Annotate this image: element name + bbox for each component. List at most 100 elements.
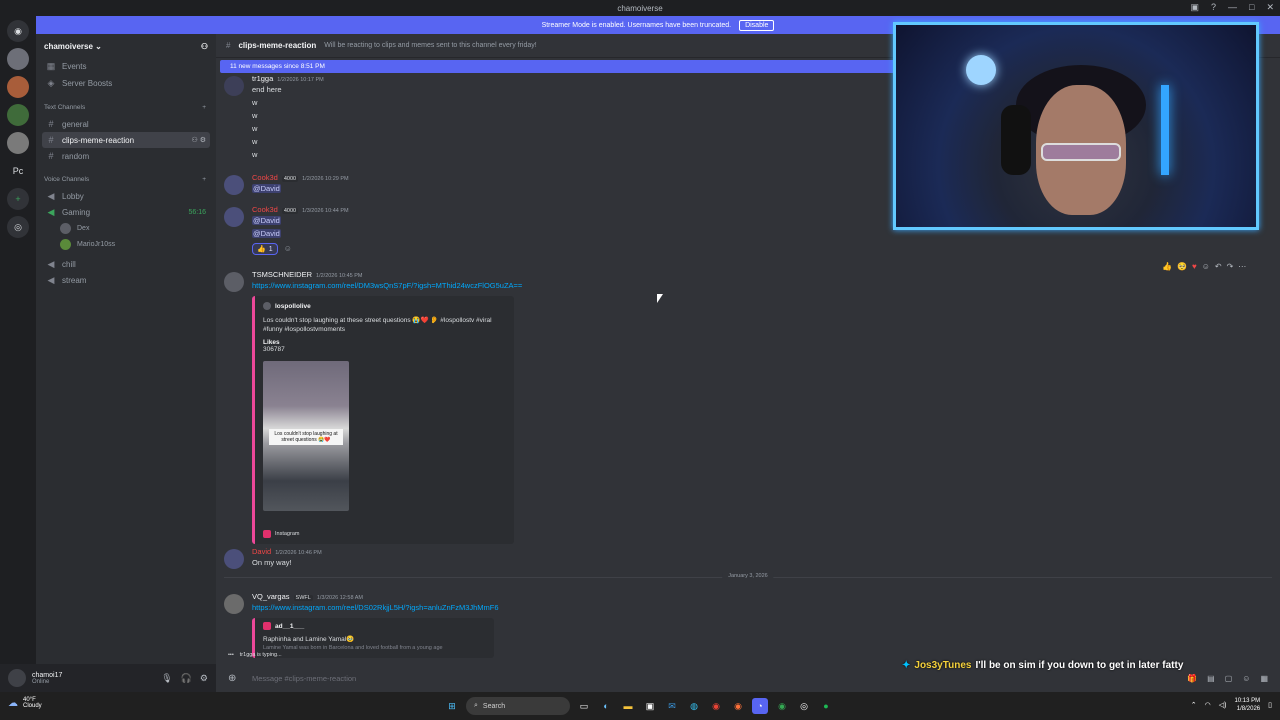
emoji-icon[interactable]: ☺ [1242, 674, 1250, 683]
voice-user-mariojr[interactable]: MarioJr10ss [36, 236, 216, 252]
store-icon[interactable]: ▣ [642, 698, 658, 714]
sidebar-item-server-boosts[interactable]: ◈ Server Boosts [36, 75, 216, 92]
server-icon-3[interactable] [7, 104, 29, 126]
server-list: ◉ Pc + ◎ [0, 16, 36, 664]
add-reaction-icon[interactable]: ☺ [284, 244, 292, 253]
discover-icon[interactable]: ◎ [7, 216, 29, 238]
embed-thumbnail[interactable]: Los couldn't stop laughing at street que… [263, 361, 349, 511]
headphones-icon[interactable]: 🎧 [181, 673, 192, 684]
embed-author[interactable]: lospollolive [275, 303, 311, 310]
avatar[interactable] [224, 175, 244, 195]
message-link[interactable]: https://www.instagram.com/reel/DS02RkjjL… [252, 601, 1124, 614]
category-voice-channels[interactable]: Voice Channels + [36, 170, 216, 188]
heart-icon[interactable]: ♥ [1192, 262, 1197, 271]
voice-channel-lobby[interactable]: ◀ Lobby [42, 188, 210, 204]
discord-home-icon[interactable]: ◉ [7, 20, 29, 42]
avatar[interactable] [224, 207, 244, 227]
copilot-icon[interactable]: ◐ [598, 698, 614, 714]
inbox-icon[interactable]: ▣ [1190, 2, 1199, 13]
message-input[interactable] [252, 673, 852, 683]
username[interactable]: VQ_vargas [252, 592, 290, 601]
maximize-button[interactable]: □ [1249, 2, 1254, 13]
file-explorer-icon[interactable]: ▬ [620, 698, 636, 714]
voice-channel-chill[interactable]: ◀ chill [42, 256, 210, 272]
notification-icon[interactable]: ▯ [1268, 701, 1272, 709]
add-channel-icon[interactable]: + [202, 104, 206, 111]
voice-channel-stream[interactable]: ◀ stream [42, 272, 210, 288]
add-channel-icon[interactable]: + [202, 176, 206, 183]
discord-taskbar-icon[interactable]: ◔ [752, 698, 768, 714]
username[interactable]: Cook3d [252, 173, 278, 182]
edge-icon[interactable]: ◍ [686, 698, 702, 714]
volume-icon[interactable]: ◁) [1219, 701, 1227, 709]
add-reaction-icon[interactable]: ☺ [1202, 262, 1210, 271]
channel-clips-meme-reaction[interactable]: # clips-meme-reaction ⚇ ⚙ [42, 132, 210, 148]
add-attachment-icon[interactable]: ⊕ [228, 673, 242, 684]
avatar[interactable] [224, 594, 244, 614]
avatar[interactable] [224, 76, 244, 96]
gif-icon[interactable]: ▤ [1207, 674, 1215, 683]
embed-author[interactable]: ad__1___ [275, 623, 304, 630]
message-hover-actions: 👍 🥺 ♥ ☺ ↶ ↷ ⋯ [1162, 262, 1246, 271]
username[interactable]: David [252, 547, 271, 556]
user-badge: 4000 [281, 176, 299, 182]
firefox-icon[interactable]: ◉ [730, 698, 746, 714]
avatar[interactable] [8, 669, 26, 687]
new-messages-bar[interactable]: 11 new messages since 8:51 PM [220, 60, 896, 73]
mention[interactable]: @David [252, 229, 281, 238]
server-icon-4[interactable] [7, 132, 29, 154]
chrome-icon[interactable]: ◉ [774, 698, 790, 714]
channel-settings-icon[interactable]: ⚇ ⚙ [192, 136, 207, 144]
reaction-thumbs-up[interactable]: 👍 1 [252, 243, 278, 255]
chrome-icon[interactable]: ◉ [708, 698, 724, 714]
chevron-up-icon[interactable]: ⌃ [1191, 701, 1197, 709]
reply-icon[interactable]: ↶ [1215, 262, 1222, 271]
username[interactable]: Cook3d [252, 205, 278, 214]
sidebar-item-events[interactable]: ▦ Events [36, 58, 216, 75]
voice-channel-gaming[interactable]: ◀ Gaming 56:16 [42, 204, 210, 220]
channel-topic[interactable]: Will be reacting to clips and memes sent… [324, 42, 536, 49]
server-name-header[interactable]: chamoiverse ⌄ ⚇ [36, 34, 216, 58]
clock[interactable]: 10:13 PM 1/8/2026 [1234, 697, 1260, 713]
sticker-icon[interactable]: ▢ [1225, 674, 1233, 683]
windows-start-icon[interactable]: ⊞ [444, 698, 460, 714]
help-icon[interactable]: ? [1211, 2, 1216, 13]
weather-widget[interactable]: ☁ 40°F Cloudy [8, 697, 42, 709]
chevron-down-icon: ⌄ [95, 41, 102, 51]
gear-icon[interactable]: ⚙ [200, 673, 208, 684]
username[interactable]: TSMSCHNEIDER [252, 270, 312, 279]
emoji-icon[interactable]: 🥺 [1177, 262, 1187, 271]
user-panel: chamoi17 Online 🎙 🎧 ⚙ [0, 664, 216, 692]
mention[interactable]: @David [252, 216, 281, 225]
apps-icon[interactable]: ▦ [1260, 674, 1268, 683]
forward-icon[interactable]: ↷ [1227, 262, 1234, 271]
more-icon[interactable]: ⋯ [1238, 262, 1246, 271]
add-server-icon[interactable]: + [7, 188, 29, 210]
spotify-icon[interactable]: ● [818, 698, 834, 714]
server-folder-pc[interactable]: Pc [7, 160, 29, 182]
obs-icon[interactable]: ◎ [796, 698, 812, 714]
gift-icon[interactable]: 🎁 [1187, 674, 1197, 683]
thumbs-up-icon[interactable]: 👍 [1162, 262, 1172, 271]
outlook-icon[interactable]: ✉ [664, 698, 680, 714]
server-icon-2[interactable] [7, 76, 29, 98]
mention[interactable]: @David [252, 184, 281, 193]
channel-general[interactable]: # general [42, 116, 210, 132]
close-button[interactable]: ✕ [1266, 2, 1274, 13]
task-view-icon[interactable]: ▭ [576, 698, 592, 714]
disable-streamer-mode-button[interactable]: Disable [739, 19, 775, 31]
category-text-channels[interactable]: Text Channels + [36, 98, 216, 116]
add-member-icon[interactable]: ⚇ [201, 42, 208, 51]
channel-sidebar: chamoiverse ⌄ ⚇ ▦ Events ◈ Server Boosts… [36, 34, 216, 664]
avatar[interactable] [224, 272, 244, 292]
minimize-button[interactable]: — [1228, 2, 1237, 13]
channel-random[interactable]: # random [42, 148, 210, 164]
username[interactable]: tr1gga [252, 74, 273, 83]
taskbar-search[interactable]: ⌕ Search [466, 697, 570, 715]
voice-user-dex[interactable]: Dex [36, 220, 216, 236]
server-icon-1[interactable] [7, 48, 29, 70]
wifi-icon[interactable]: ◠ [1205, 701, 1211, 709]
message-link[interactable]: https://www.instagram.com/reel/DM3wsQnS7… [252, 279, 1124, 292]
avatar[interactable] [224, 549, 244, 569]
microphone-icon[interactable]: 🎙 [161, 673, 172, 684]
